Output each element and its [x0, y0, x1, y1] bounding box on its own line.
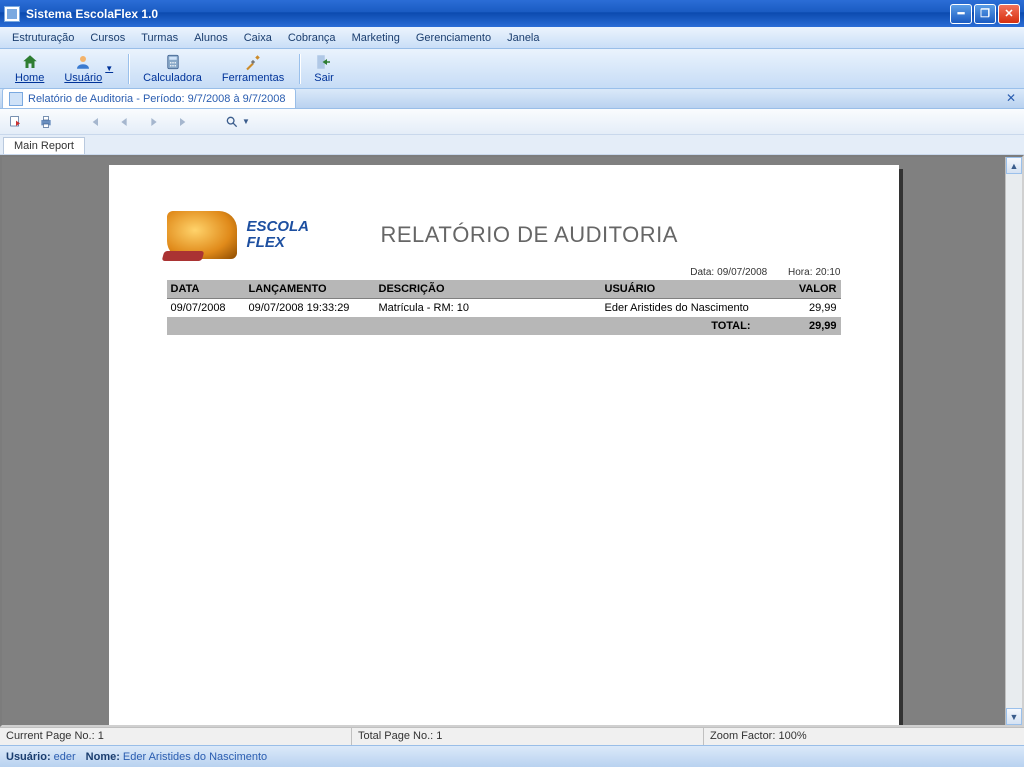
col-valor: VALOR	[771, 280, 841, 299]
maximize-button[interactable]: ❐	[974, 4, 996, 24]
meta-date-label: Data:	[690, 267, 714, 278]
next-page-button[interactable]	[144, 112, 164, 132]
toolbar-sair[interactable]: Sair	[305, 50, 343, 87]
menu-alunos[interactable]: Alunos	[186, 29, 236, 47]
report-title: RELATÓRIO DE AUDITORIA	[381, 222, 841, 248]
app-icon	[4, 6, 20, 22]
print-button[interactable]	[36, 112, 56, 132]
toolbar-calculadora[interactable]: Calculadora	[134, 50, 211, 87]
toolbar-separator-2	[299, 54, 301, 84]
status-zoom: Zoom Factor: 100%	[704, 728, 1024, 745]
brand-line1: ESCOLA	[247, 219, 310, 235]
report-meta: Data:09/07/2008 Hora:20:10	[167, 267, 841, 278]
meta-time-value: 20:10	[815, 267, 840, 278]
scroll-up-button[interactable]: ▲	[1006, 157, 1022, 174]
col-lancamento: LANÇAMENTO	[245, 280, 375, 299]
report-viewer: ESCOLA FLEX RELATÓRIO DE AUDITORIA Data:…	[0, 155, 1024, 727]
document-tab-label: Relatório de Auditoria - Período: 9/7/20…	[28, 93, 285, 105]
home-icon	[21, 53, 39, 71]
document-tabstrip: Relatório de Auditoria - Período: 9/7/20…	[0, 89, 1024, 109]
app-statusbar: Usuário: eder Nome: Eder Aristides do Na…	[0, 745, 1024, 767]
menu-caixa[interactable]: Caixa	[236, 29, 280, 47]
col-data: DATA	[167, 280, 245, 299]
col-descricao: DESCRIÇÃO	[375, 280, 601, 299]
brand-logo: ESCOLA FLEX	[167, 211, 377, 259]
scroll-track[interactable]	[1006, 174, 1022, 708]
table-row: 09/07/2008 09/07/2008 19:33:29 Matrícula…	[167, 299, 841, 318]
menu-gerenciamento[interactable]: Gerenciamento	[408, 29, 499, 47]
tools-icon	[244, 53, 262, 71]
report-tabbar: Main Report	[0, 135, 1024, 155]
total-value: 29,99	[771, 317, 841, 335]
report-toolbar: ▼	[0, 109, 1024, 135]
menu-cursos[interactable]: Cursos	[82, 29, 133, 47]
menu-turmas[interactable]: Turmas	[133, 29, 186, 47]
status-nome-value: Eder Aristides do Nascimento	[123, 751, 267, 763]
cell-descricao: Matrícula - RM: 10	[375, 299, 601, 318]
cell-valor: 29,99	[771, 299, 841, 318]
menu-marketing[interactable]: Marketing	[344, 29, 408, 47]
chevron-down-icon: ▼	[242, 117, 250, 126]
status-nome-label: Nome:	[86, 751, 120, 763]
user-icon	[74, 53, 92, 71]
toolbar-usuario-label: Usuário	[64, 72, 102, 84]
chevron-down-icon: ▼	[105, 64, 113, 73]
status-total-page: Total Page No.: 1	[352, 728, 704, 745]
toolbar-ferramentas[interactable]: Ferramentas	[213, 50, 293, 87]
minimize-button[interactable]: ━	[950, 4, 972, 24]
status-usuario-label: Usuário:	[6, 751, 51, 763]
cell-lancamento: 09/07/2008 19:33:29	[245, 299, 375, 318]
export-button[interactable]	[6, 112, 26, 132]
toolbar-home[interactable]: Home	[6, 50, 53, 87]
col-usuario: USUÁRIO	[601, 280, 771, 299]
window-titlebar: Sistema EscolaFlex 1.0 ━ ❐ ✕	[0, 0, 1024, 27]
total-label: TOTAL:	[167, 317, 771, 335]
menu-janela[interactable]: Janela	[499, 29, 547, 47]
vertical-scrollbar[interactable]: ▲ ▼	[1005, 157, 1022, 725]
tab-main-report[interactable]: Main Report	[3, 137, 85, 154]
brand-line2: FLEX	[247, 235, 310, 251]
exit-icon	[315, 53, 333, 71]
viewer-statusbar: Current Page No.: 1 Total Page No.: 1 Zo…	[0, 727, 1024, 745]
document-tab-auditoria[interactable]: Relatório de Auditoria - Período: 9/7/20…	[2, 88, 296, 108]
menubar: Estruturação Cursos Turmas Alunos Caixa …	[0, 27, 1024, 49]
cell-data: 09/07/2008	[167, 299, 245, 318]
menu-estruturacao[interactable]: Estruturação	[4, 29, 82, 47]
toolbar-calculadora-label: Calculadora	[143, 72, 202, 84]
report-icon	[9, 92, 23, 106]
prev-page-button[interactable]	[114, 112, 134, 132]
meta-time-label: Hora:	[788, 267, 812, 278]
meta-date-value: 09/07/2008	[717, 267, 767, 278]
toolbar-home-label: Home	[15, 72, 44, 84]
toolbar-separator	[128, 54, 130, 84]
report-page: ESCOLA FLEX RELATÓRIO DE AUDITORIA Data:…	[109, 165, 899, 725]
main-toolbar: Home Usuário ▼ Calculadora Ferramentas S…	[0, 49, 1024, 89]
status-current-page: Current Page No.: 1	[0, 728, 352, 745]
close-document-button[interactable]: ✕	[1004, 91, 1018, 105]
first-page-button[interactable]	[84, 112, 104, 132]
last-page-button[interactable]	[174, 112, 194, 132]
scroll-down-button[interactable]: ▼	[1006, 708, 1022, 725]
cell-usuario: Eder Aristides do Nascimento	[601, 299, 771, 318]
find-button[interactable]: ▼	[222, 112, 252, 132]
calculator-icon	[164, 53, 182, 71]
toolbar-ferramentas-label: Ferramentas	[222, 72, 284, 84]
menu-cobranca[interactable]: Cobrança	[280, 29, 344, 47]
toolbar-usuario[interactable]: Usuário ▼	[55, 50, 122, 87]
logo-icon	[167, 211, 237, 259]
toolbar-sair-label: Sair	[314, 72, 334, 84]
window-title: Sistema EscolaFlex 1.0	[26, 7, 158, 21]
table-total-row: TOTAL: 29,99	[167, 317, 841, 335]
close-button[interactable]: ✕	[998, 4, 1020, 24]
report-viewport[interactable]: ESCOLA FLEX RELATÓRIO DE AUDITORIA Data:…	[2, 157, 1005, 725]
status-usuario-value: eder	[54, 751, 76, 763]
report-table: DATA LANÇAMENTO DESCRIÇÃO USUÁRIO VALOR …	[167, 280, 841, 335]
